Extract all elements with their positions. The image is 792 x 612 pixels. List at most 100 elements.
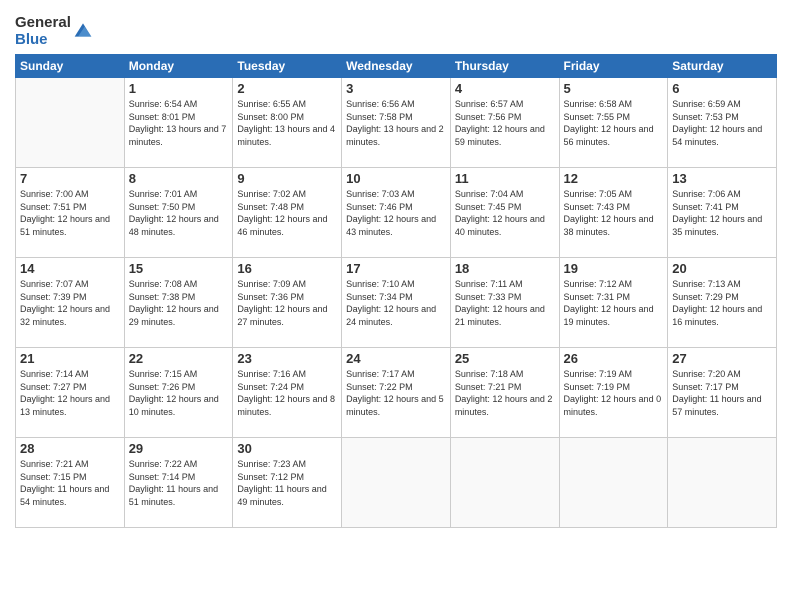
sunset-text: Sunset: 7:53 PM: [672, 112, 739, 122]
weekday-header-saturday: Saturday: [668, 55, 777, 78]
sunrise-text: Sunrise: 7:00 AM: [20, 189, 89, 199]
weekday-header-sunday: Sunday: [16, 55, 125, 78]
calendar-cell: 14 Sunrise: 7:07 AM Sunset: 7:39 PM Dayl…: [16, 258, 125, 348]
calendar-cell: [450, 438, 559, 528]
day-number: 4: [455, 81, 555, 96]
sunset-text: Sunset: 7:14 PM: [129, 472, 196, 482]
calendar-cell: 13 Sunrise: 7:06 AM Sunset: 7:41 PM Dayl…: [668, 168, 777, 258]
weekday-header-tuesday: Tuesday: [233, 55, 342, 78]
sunset-text: Sunset: 7:39 PM: [20, 292, 87, 302]
cell-info: Sunrise: 6:54 AM Sunset: 8:01 PM Dayligh…: [129, 98, 229, 148]
calendar-cell: 21 Sunrise: 7:14 AM Sunset: 7:27 PM Dayl…: [16, 348, 125, 438]
sunset-text: Sunset: 8:00 PM: [237, 112, 304, 122]
sunrise-text: Sunrise: 7:15 AM: [129, 369, 198, 379]
cell-info: Sunrise: 7:11 AM Sunset: 7:33 PM Dayligh…: [455, 278, 555, 328]
logo-blue-text: Blue: [15, 32, 71, 49]
sunset-text: Sunset: 7:34 PM: [346, 292, 413, 302]
sunset-text: Sunset: 7:58 PM: [346, 112, 413, 122]
sunset-text: Sunset: 7:15 PM: [20, 472, 87, 482]
weekday-header-monday: Monday: [124, 55, 233, 78]
day-number: 23: [237, 351, 337, 366]
cell-info: Sunrise: 7:02 AM Sunset: 7:48 PM Dayligh…: [237, 188, 337, 238]
day-number: 30: [237, 441, 337, 456]
day-number: 24: [346, 351, 446, 366]
daylight-text: Daylight: 12 hours and 24 minutes.: [346, 304, 436, 327]
cell-info: Sunrise: 7:12 AM Sunset: 7:31 PM Dayligh…: [564, 278, 664, 328]
calendar-week-row: 28 Sunrise: 7:21 AM Sunset: 7:15 PM Dayl…: [16, 438, 777, 528]
sunset-text: Sunset: 7:17 PM: [672, 382, 739, 392]
calendar-cell: [668, 438, 777, 528]
daylight-text: Daylight: 12 hours and 2 minutes.: [455, 394, 553, 417]
calendar-cell: 7 Sunrise: 7:00 AM Sunset: 7:51 PM Dayli…: [16, 168, 125, 258]
calendar-cell: 6 Sunrise: 6:59 AM Sunset: 7:53 PM Dayli…: [668, 78, 777, 168]
sunrise-text: Sunrise: 7:23 AM: [237, 459, 306, 469]
sunset-text: Sunset: 7:12 PM: [237, 472, 304, 482]
sunset-text: Sunset: 7:19 PM: [564, 382, 631, 392]
day-number: 15: [129, 261, 229, 276]
calendar-cell: [559, 438, 668, 528]
day-number: 13: [672, 171, 772, 186]
calendar-cell: [16, 78, 125, 168]
daylight-text: Daylight: 12 hours and 32 minutes.: [20, 304, 110, 327]
day-number: 29: [129, 441, 229, 456]
calendar-cell: 1 Sunrise: 6:54 AM Sunset: 8:01 PM Dayli…: [124, 78, 233, 168]
calendar-cell: 12 Sunrise: 7:05 AM Sunset: 7:43 PM Dayl…: [559, 168, 668, 258]
day-number: 28: [20, 441, 120, 456]
calendar-cell: 16 Sunrise: 7:09 AM Sunset: 7:36 PM Dayl…: [233, 258, 342, 348]
day-number: 12: [564, 171, 664, 186]
sunrise-text: Sunrise: 7:10 AM: [346, 279, 415, 289]
weekday-header-friday: Friday: [559, 55, 668, 78]
daylight-text: Daylight: 11 hours and 57 minutes.: [672, 394, 761, 417]
daylight-text: Daylight: 12 hours and 48 minutes.: [129, 214, 219, 237]
day-number: 2: [237, 81, 337, 96]
sunset-text: Sunset: 7:43 PM: [564, 202, 631, 212]
calendar-week-row: 21 Sunrise: 7:14 AM Sunset: 7:27 PM Dayl…: [16, 348, 777, 438]
calendar-cell: 2 Sunrise: 6:55 AM Sunset: 8:00 PM Dayli…: [233, 78, 342, 168]
sunrise-text: Sunrise: 7:04 AM: [455, 189, 524, 199]
cell-info: Sunrise: 7:14 AM Sunset: 7:27 PM Dayligh…: [20, 368, 120, 418]
calendar-cell: 30 Sunrise: 7:23 AM Sunset: 7:12 PM Dayl…: [233, 438, 342, 528]
cell-info: Sunrise: 7:15 AM Sunset: 7:26 PM Dayligh…: [129, 368, 229, 418]
sunrise-text: Sunrise: 7:03 AM: [346, 189, 415, 199]
cell-info: Sunrise: 6:55 AM Sunset: 8:00 PM Dayligh…: [237, 98, 337, 148]
calendar-table: SundayMondayTuesdayWednesdayThursdayFrid…: [15, 54, 777, 528]
daylight-text: Daylight: 12 hours and 56 minutes.: [564, 124, 654, 147]
sunrise-text: Sunrise: 7:01 AM: [129, 189, 198, 199]
daylight-text: Daylight: 11 hours and 49 minutes.: [237, 484, 326, 507]
daylight-text: Daylight: 12 hours and 29 minutes.: [129, 304, 219, 327]
calendar-cell: 28 Sunrise: 7:21 AM Sunset: 7:15 PM Dayl…: [16, 438, 125, 528]
calendar-cell: 17 Sunrise: 7:10 AM Sunset: 7:34 PM Dayl…: [342, 258, 451, 348]
sunset-text: Sunset: 7:29 PM: [672, 292, 739, 302]
sunrise-text: Sunrise: 7:09 AM: [237, 279, 306, 289]
sunset-text: Sunset: 7:31 PM: [564, 292, 631, 302]
cell-info: Sunrise: 7:05 AM Sunset: 7:43 PM Dayligh…: [564, 188, 664, 238]
day-number: 7: [20, 171, 120, 186]
cell-info: Sunrise: 7:04 AM Sunset: 7:45 PM Dayligh…: [455, 188, 555, 238]
sunset-text: Sunset: 7:55 PM: [564, 112, 631, 122]
day-number: 26: [564, 351, 664, 366]
calendar-cell: 18 Sunrise: 7:11 AM Sunset: 7:33 PM Dayl…: [450, 258, 559, 348]
sunrise-text: Sunrise: 7:16 AM: [237, 369, 306, 379]
cell-info: Sunrise: 7:08 AM Sunset: 7:38 PM Dayligh…: [129, 278, 229, 328]
day-number: 16: [237, 261, 337, 276]
calendar-cell: [342, 438, 451, 528]
daylight-text: Daylight: 12 hours and 8 minutes.: [237, 394, 335, 417]
day-number: 1: [129, 81, 229, 96]
calendar-cell: 27 Sunrise: 7:20 AM Sunset: 7:17 PM Dayl…: [668, 348, 777, 438]
sunset-text: Sunset: 8:01 PM: [129, 112, 196, 122]
sunrise-text: Sunrise: 7:20 AM: [672, 369, 741, 379]
cell-info: Sunrise: 7:07 AM Sunset: 7:39 PM Dayligh…: [20, 278, 120, 328]
calendar-cell: 25 Sunrise: 7:18 AM Sunset: 7:21 PM Dayl…: [450, 348, 559, 438]
sunrise-text: Sunrise: 7:02 AM: [237, 189, 306, 199]
daylight-text: Daylight: 12 hours and 13 minutes.: [20, 394, 110, 417]
calendar-cell: 24 Sunrise: 7:17 AM Sunset: 7:22 PM Dayl…: [342, 348, 451, 438]
calendar-cell: 20 Sunrise: 7:13 AM Sunset: 7:29 PM Dayl…: [668, 258, 777, 348]
cell-info: Sunrise: 7:20 AM Sunset: 7:17 PM Dayligh…: [672, 368, 772, 418]
calendar-cell: 3 Sunrise: 6:56 AM Sunset: 7:58 PM Dayli…: [342, 78, 451, 168]
sunset-text: Sunset: 7:50 PM: [129, 202, 196, 212]
calendar-cell: 29 Sunrise: 7:22 AM Sunset: 7:14 PM Dayl…: [124, 438, 233, 528]
cell-info: Sunrise: 6:56 AM Sunset: 7:58 PM Dayligh…: [346, 98, 446, 148]
sunset-text: Sunset: 7:41 PM: [672, 202, 739, 212]
sunset-text: Sunset: 7:48 PM: [237, 202, 304, 212]
sunset-text: Sunset: 7:38 PM: [129, 292, 196, 302]
